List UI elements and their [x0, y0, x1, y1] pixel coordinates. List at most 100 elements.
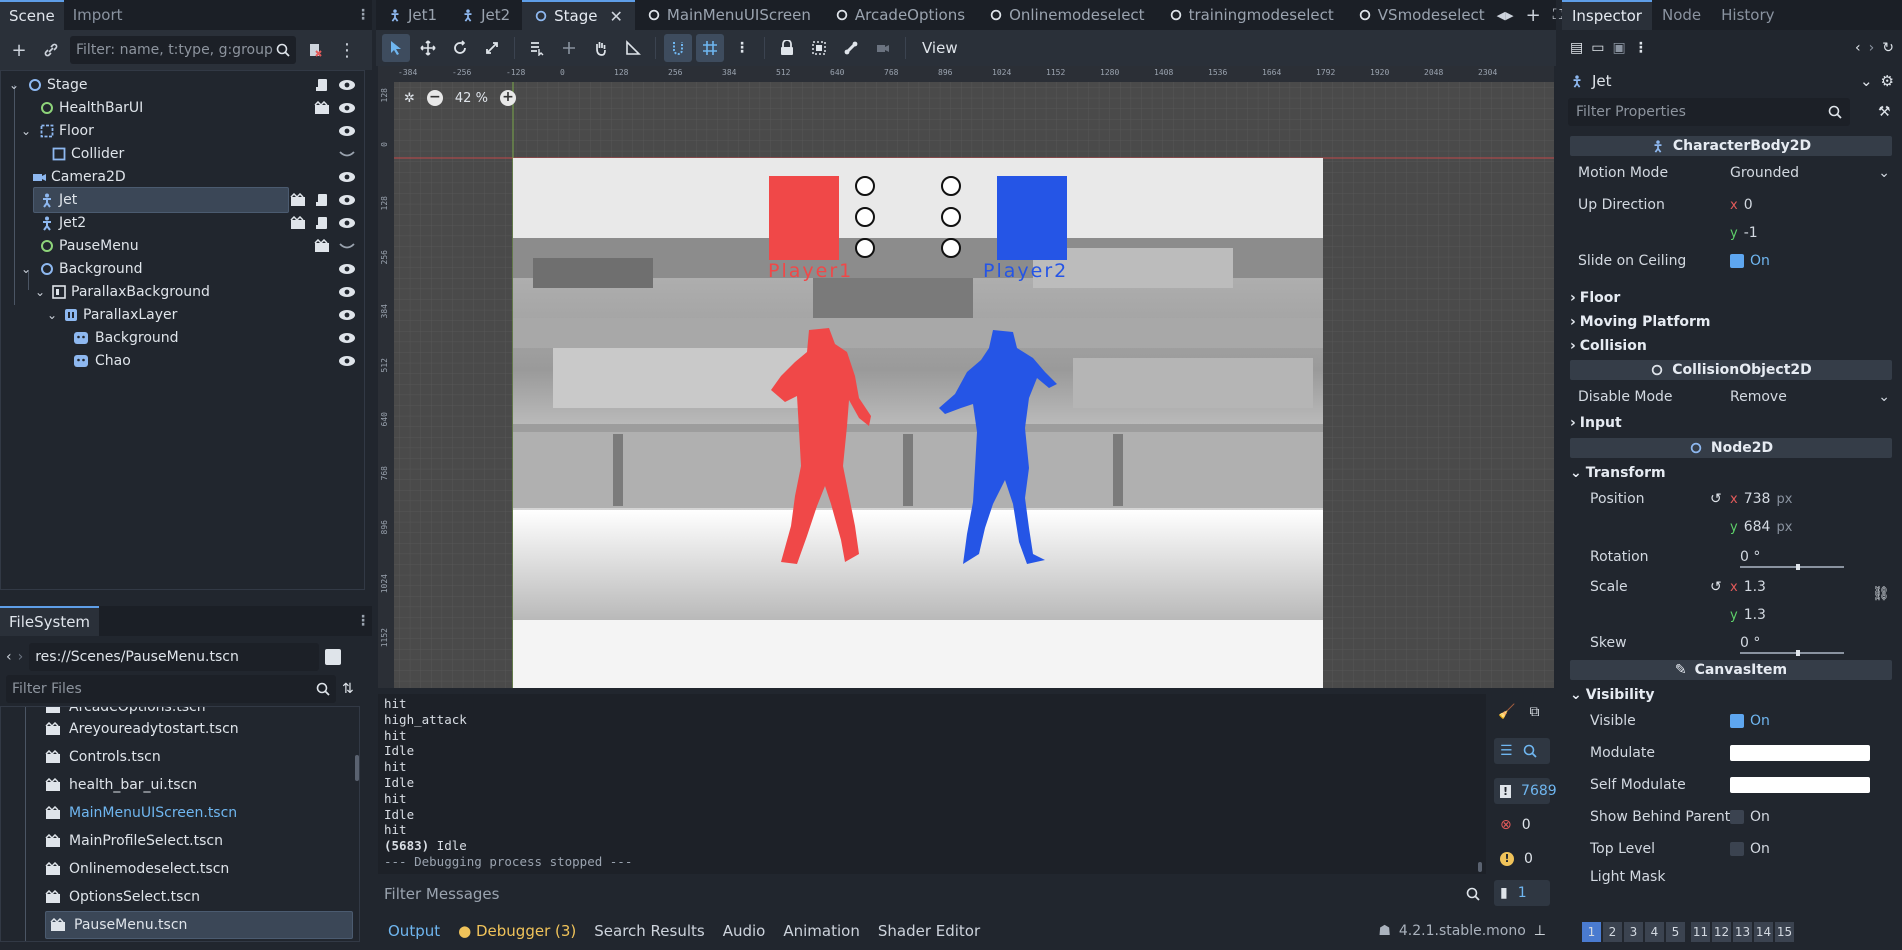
tab-mainmenuuiscreen[interactable]: MainMenuUIScreen — [635, 0, 823, 30]
tab-arcadeoptions[interactable]: ArcadeOptions — [823, 0, 977, 30]
section-characterbody2d[interactable]: CharacterBody2D — [1570, 136, 1892, 156]
tab-search-results[interactable]: Search Results — [594, 922, 704, 940]
chevron-down-icon[interactable]: ⌄ — [1860, 72, 1873, 90]
close-icon[interactable]: ✕ — [610, 7, 623, 26]
link-icon[interactable] — [38, 37, 64, 63]
tab-import[interactable]: Import — [64, 0, 132, 30]
revert-icon[interactable]: ↺ — [1710, 579, 1722, 595]
position-x[interactable]: x 738 px — [1730, 491, 1792, 507]
file-item-selected[interactable]: PauseMenu.tscn — [45, 911, 353, 939]
filter-messages-input[interactable]: Filter Messages — [378, 878, 1486, 910]
view-menu[interactable]: View — [914, 39, 966, 57]
lock-icon[interactable] — [773, 34, 801, 62]
layer-toggle[interactable]: 1 — [1582, 922, 1601, 942]
object-tools-icon[interactable]: ⚙ — [1881, 72, 1894, 90]
file-item[interactable]: Controls.tscn — [45, 743, 161, 771]
top-level-checkbox[interactable]: On — [1730, 841, 1770, 857]
clapperboard-icon[interactable] — [290, 193, 306, 207]
tab-audio[interactable]: Audio — [723, 922, 766, 940]
pin-icon[interactable]: ⊥ — [1534, 923, 1546, 939]
script-icon[interactable] — [314, 192, 330, 208]
tab-jet2[interactable]: Jet2 — [449, 0, 522, 30]
tab-inspector[interactable]: Inspector — [1562, 0, 1652, 30]
tab-filesystem[interactable]: FileSystem — [0, 606, 100, 636]
zoom-in-icon[interactable]: + — [499, 90, 516, 106]
file-item[interactable]: Areyoureadytostart.tscn — [45, 715, 239, 743]
script-icon[interactable] — [314, 215, 330, 231]
layer-toggle[interactable]: 15 — [1775, 922, 1794, 942]
motion-mode-dropdown[interactable]: Grounded ⌄ — [1730, 165, 1890, 181]
clapperboard-icon[interactable] — [314, 239, 330, 253]
forward-arrow-icon[interactable]: › — [18, 649, 24, 665]
scene-menu-icon[interactable]: ⋮ — [334, 37, 360, 63]
snap-options-icon[interactable]: ⋮ — [728, 34, 756, 62]
scroll-tabs-icon[interactable]: ◀▶ — [1497, 9, 1514, 22]
file-item[interactable]: health_bar_ui.tscn — [45, 771, 197, 799]
tab-animation[interactable]: Animation — [783, 922, 859, 940]
tab-onlinemodeselect[interactable]: Onlinemodeselect — [977, 0, 1157, 30]
inspected-object[interactable]: Jet ⌄ ⚙ — [1562, 66, 1902, 96]
tab-debugger[interactable]: ● Debugger (3) — [458, 922, 576, 940]
editor-messages-button[interactable]: ▮ 1 — [1494, 880, 1550, 906]
modulate-color-picker[interactable] — [1730, 745, 1870, 761]
camera-override-icon[interactable] — [869, 34, 897, 62]
path-field[interactable]: res://Scenes/PauseMenu.tscn — [29, 643, 320, 671]
layer-toggle[interactable]: 3 — [1624, 922, 1643, 942]
tab-jet1[interactable]: Jet1 — [376, 0, 449, 30]
output-panel[interactable]: hit high_attack hit Idle hit Idle hit Idle hit (5… — [378, 694, 1486, 874]
slider-track[interactable] — [1740, 564, 1844, 570]
visibility-eye-icon[interactable] — [338, 171, 356, 183]
scrollbar[interactable] — [355, 755, 359, 781]
skew-slider[interactable]: 0 ° — [1730, 635, 1760, 651]
up-direction-y[interactable]: y -1 — [1730, 225, 1758, 241]
save-icon[interactable]: ▣ — [1612, 40, 1625, 56]
sort-icon[interactable]: ⇅ — [342, 681, 354, 697]
tab-node[interactable]: Node — [1652, 0, 1711, 30]
hidden-eye-icon[interactable] — [338, 240, 356, 252]
layer-toggle[interactable]: 2 — [1603, 922, 1622, 942]
snap-icon[interactable] — [664, 34, 692, 62]
show-behind-checkbox[interactable]: On — [1730, 809, 1770, 825]
visibility-eye-icon[interactable] — [338, 217, 356, 229]
layer-toggle[interactable]: 5 — [1666, 922, 1685, 942]
section-canvasitem[interactable]: ✎ CanvasItem — [1570, 660, 1892, 680]
slider-track[interactable] — [1740, 650, 1844, 656]
file-item[interactable]: Onlinemodeselect.tscn — [45, 855, 229, 883]
visibility-eye-icon[interactable] — [338, 79, 356, 91]
rotate-tool-icon[interactable] — [446, 34, 474, 62]
tab-vsmodeselect[interactable]: VSmodeselect — [1346, 0, 1497, 30]
visibility-eye-icon[interactable] — [338, 309, 356, 321]
move-tool-icon[interactable] — [414, 34, 442, 62]
layer-toggle[interactable]: 12 — [1712, 922, 1731, 942]
tree-row-chao[interactable]: Chao — [1, 347, 364, 375]
clear-output-icon[interactable]: 🧹 — [1498, 704, 1515, 720]
visibility-eye-icon[interactable] — [338, 263, 356, 275]
file-filter-input[interactable]: Filter Files — [6, 675, 336, 703]
link-icon[interactable]: ⛓ — [1872, 586, 1890, 602]
group-icon[interactable] — [805, 34, 833, 62]
canvas-viewport[interactable]: -384 -256 -128 0 128 256 384 512 640 768 896 1024 11… — [378, 66, 1554, 688]
chevron-down-icon[interactable]: ⌄ — [21, 262, 31, 276]
section-node2d[interactable]: Node2D — [1570, 438, 1892, 458]
tab-scene[interactable]: Scene — [0, 0, 64, 30]
filter-script-icon[interactable] — [302, 37, 328, 63]
tab-output[interactable]: Output — [388, 922, 440, 940]
messages-filter-button[interactable]: ! 7689 — [1494, 778, 1557, 804]
clapperboard-icon[interactable] — [314, 101, 330, 115]
center-view-icon[interactable]: ✲ — [404, 91, 415, 106]
tab-stage[interactable]: Stage ✕ — [522, 0, 635, 30]
back-arrow-icon[interactable]: ‹ — [6, 649, 12, 665]
group-input[interactable]: › Input — [1570, 412, 1622, 434]
group-floor[interactable]: › Floor — [1570, 287, 1620, 309]
visibility-eye-icon[interactable] — [338, 286, 356, 298]
tab-history[interactable]: History — [1711, 0, 1784, 30]
pivot-tool-icon[interactable] — [555, 34, 583, 62]
visible-checkbox[interactable]: On — [1730, 713, 1770, 729]
history-forward-icon[interactable]: › — [1869, 40, 1875, 56]
history-back-icon[interactable]: ‹ — [1855, 40, 1861, 56]
filter-properties-input[interactable]: Filter Properties — [1568, 98, 1850, 126]
warnings-filter-button[interactable]: ! 0 — [1494, 846, 1550, 872]
ruler-tool-icon[interactable] — [619, 34, 647, 62]
split-mode-icon[interactable] — [325, 649, 342, 665]
chevron-down-icon[interactable]: ⌄ — [9, 78, 19, 92]
